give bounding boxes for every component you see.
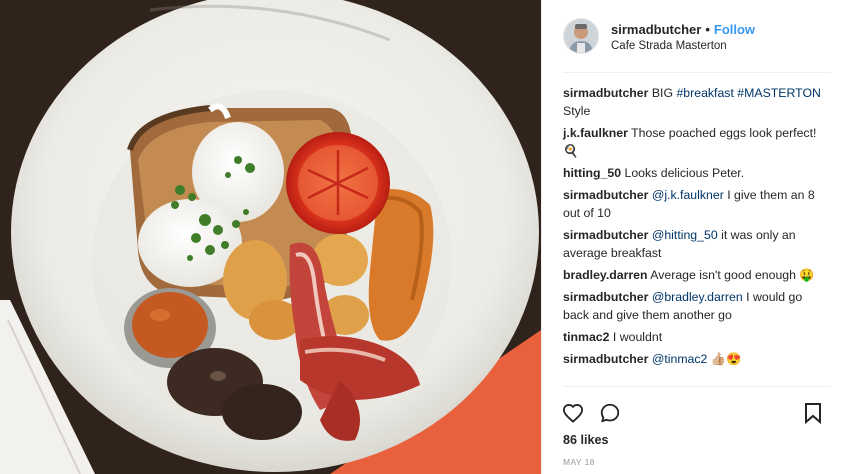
comment-text: 👍🏼😍 — [707, 352, 742, 366]
comment-username[interactable]: bradley.darren — [563, 268, 648, 282]
post-side-panel: sirmadbutcher • Follow Cafe Strada Mastert… — [541, 0, 850, 474]
comment-username[interactable]: j.k.faulkner — [563, 126, 628, 140]
location-link[interactable]: Cafe Strada Masterton — [611, 40, 727, 52]
bookmark-icon[interactable] — [804, 402, 822, 429]
comment-icon[interactable] — [599, 402, 621, 429]
hashtag-link[interactable]: #breakfast — [676, 86, 733, 100]
post-photo[interactable] — [0, 0, 541, 474]
header-user-line: sirmadbutcher • Follow — [611, 22, 755, 37]
comment-username[interactable]: sirmadbutcher — [563, 188, 648, 202]
hashtag-link[interactable]: #MASTERTON — [737, 86, 821, 100]
comment-text: Average isn't good enough — [650, 268, 800, 282]
comment-item: sirmadbutcher @bradley.darren I would go… — [563, 288, 831, 324]
comment-username[interactable]: sirmadbutcher — [563, 290, 648, 304]
actions-divider — [563, 386, 831, 387]
comment-text: 🤑 — [799, 268, 815, 282]
comment-username[interactable]: sirmadbutcher — [563, 86, 648, 100]
mention-link[interactable]: @j.k.faulkner — [652, 188, 724, 202]
comment-text: BIG — [651, 86, 677, 100]
comment-item: sirmadbutcher @tinmac2 👍🏼😍 — [563, 350, 831, 368]
comment-text: Style — [563, 104, 591, 118]
post-date: MAY 18 — [563, 457, 595, 467]
comment-text: Looks delicious Peter. — [624, 166, 745, 180]
comment-username[interactable]: hitting_50 — [563, 166, 621, 180]
avatar[interactable] — [563, 18, 599, 54]
comment-item: sirmadbutcher @hitting_50 it was only an… — [563, 226, 831, 262]
comment-text: Those poached eggs look perfect! — [631, 126, 817, 140]
comments-list: sirmadbutcher BIG #breakfast #MASTERTON … — [563, 84, 831, 372]
comment-item: j.k.faulkner Those poached eggs look per… — [563, 124, 831, 160]
username-link[interactable]: sirmadbutcher — [611, 22, 701, 37]
comment-item: sirmadbutcher @j.k.faulkner I give them … — [563, 186, 831, 222]
comment-text: 🍳 — [563, 144, 579, 158]
avatar-image — [564, 19, 598, 53]
comment-username[interactable]: sirmadbutcher — [563, 352, 648, 366]
follow-button[interactable]: Follow — [714, 22, 755, 37]
header-divider — [563, 72, 831, 73]
separator-dot: • — [705, 22, 710, 37]
comment-item: sirmadbutcher BIG #breakfast #MASTERTON … — [563, 84, 831, 120]
likes-count[interactable]: 86 likes — [563, 433, 609, 447]
comment-username[interactable]: tinmac2 — [563, 330, 609, 344]
post-header: sirmadbutcher • Follow Cafe Strada Mastert… — [542, 0, 850, 73]
comment-username[interactable]: sirmadbutcher — [563, 228, 648, 242]
mention-link[interactable]: @bradley.darren — [652, 290, 743, 304]
comment-item: bradley.darren Average isn't good enough… — [563, 266, 831, 284]
comment-item: hitting_50 Looks delicious Peter. — [563, 164, 831, 182]
heart-icon[interactable] — [562, 403, 584, 428]
mention-link[interactable]: @hitting_50 — [652, 228, 718, 242]
mention-link[interactable]: @tinmac2 — [652, 352, 708, 366]
breakfast-photo-illustration — [0, 0, 541, 474]
comment-text: I wouldnt — [612, 330, 663, 344]
comment-item: tinmac2 I wouldnt — [563, 328, 831, 346]
